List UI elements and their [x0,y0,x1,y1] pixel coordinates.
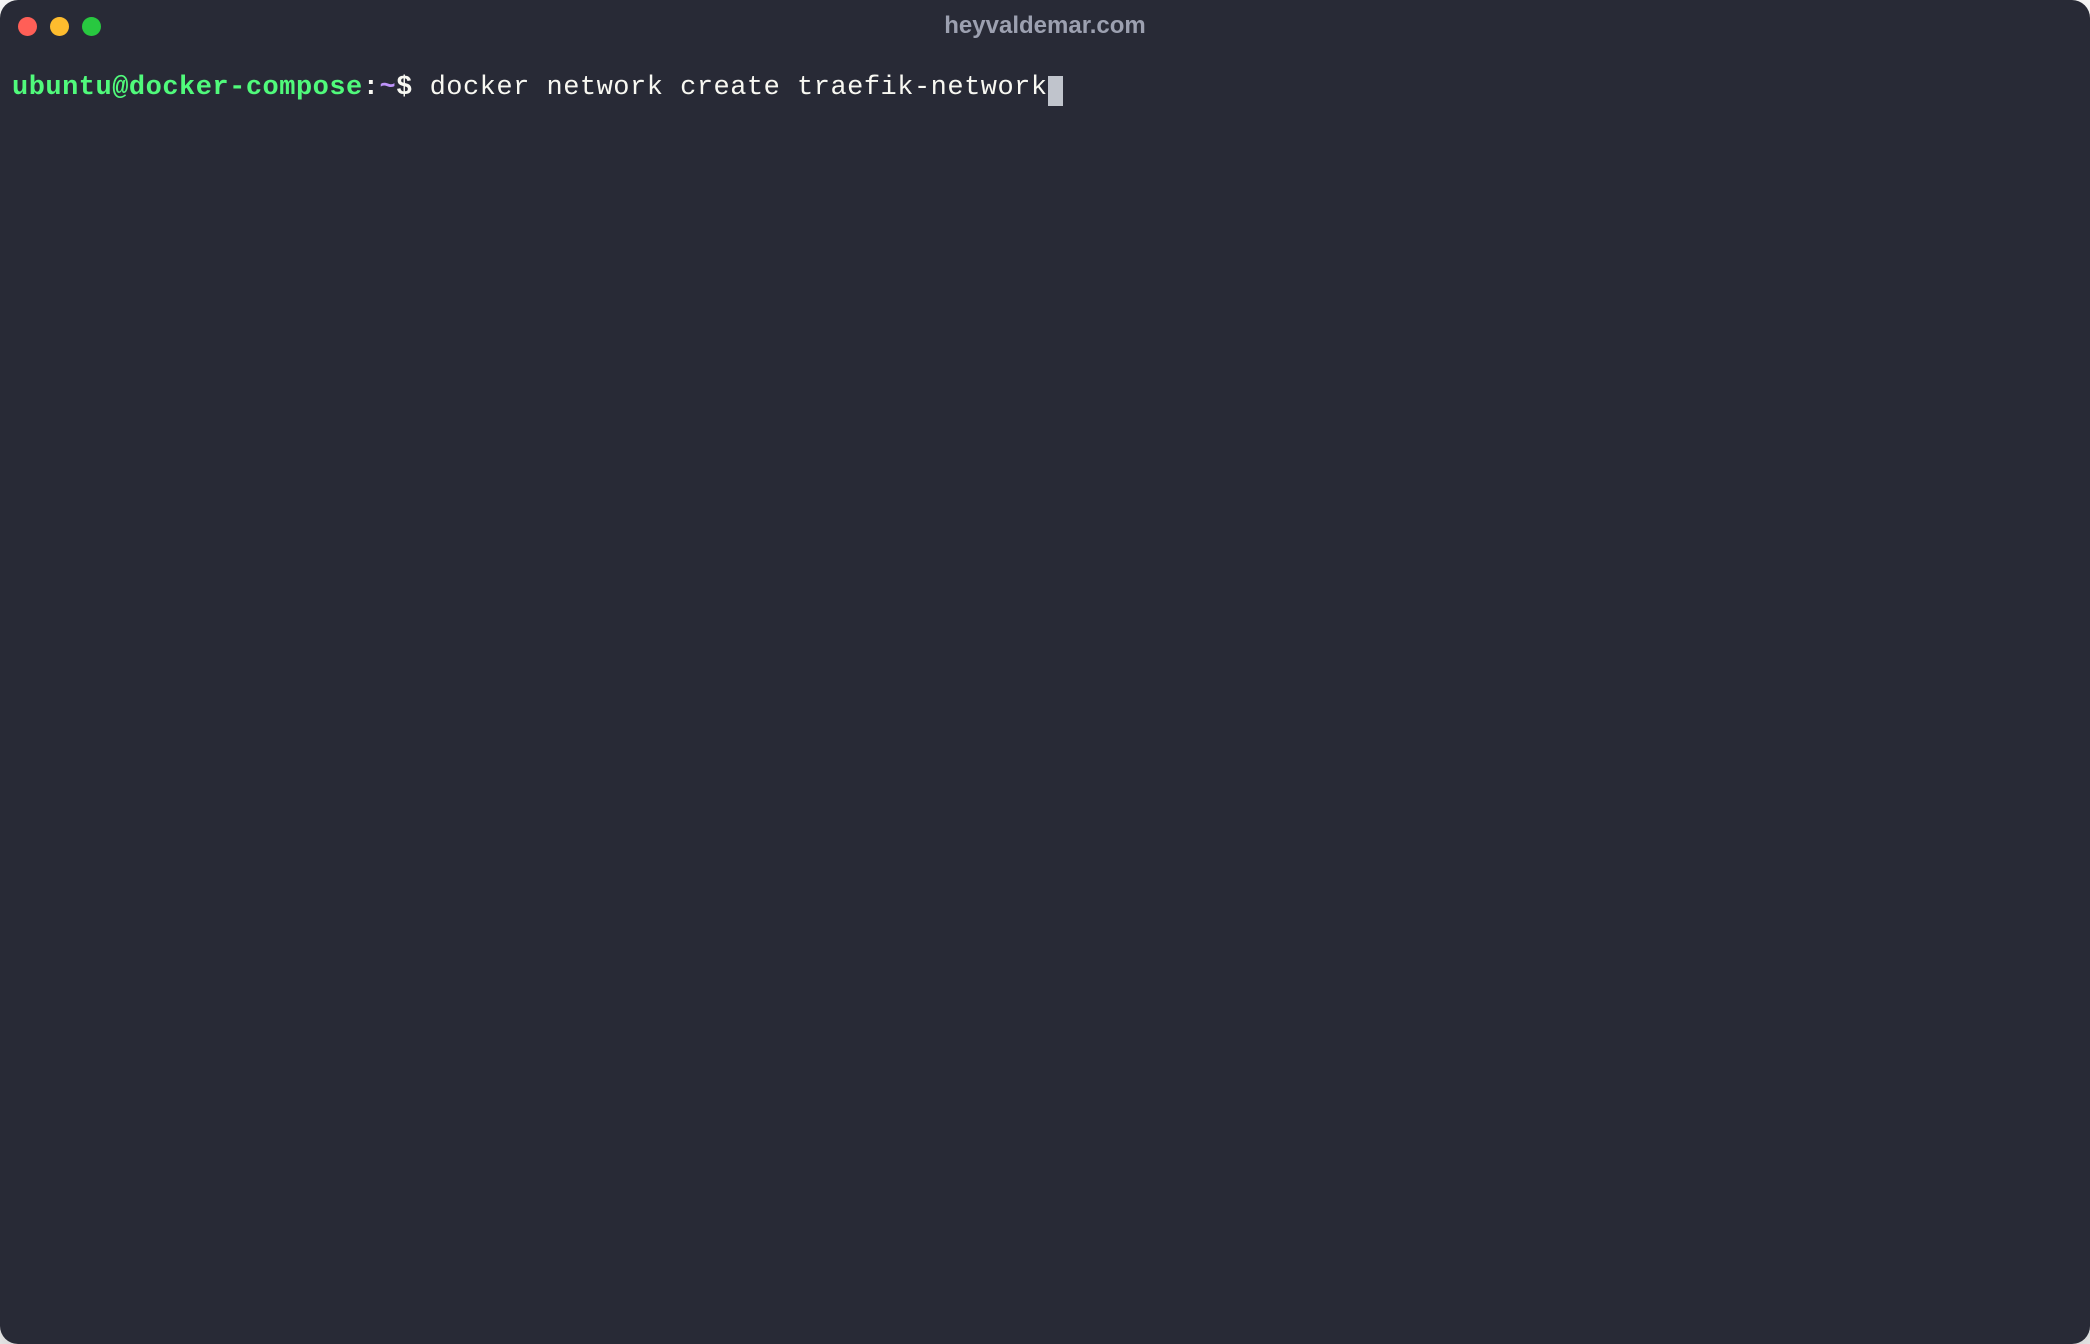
cursor-icon [1048,76,1063,106]
prompt-symbol: $ [396,70,429,108]
prompt-path: ~ [379,70,396,108]
terminal-window: heyvaldemar.com ubuntu@docker-compose:~$… [0,0,2090,1344]
close-button[interactable] [18,17,37,36]
window-controls [18,17,101,36]
command-input[interactable]: docker network create traefik-network [430,70,1048,108]
maximize-button[interactable] [82,17,101,36]
window-title: heyvaldemar.com [944,12,1145,40]
prompt-user-host: ubuntu@docker-compose [12,70,363,108]
prompt-colon: : [363,70,380,108]
minimize-button[interactable] [50,17,69,36]
terminal-body[interactable]: ubuntu@docker-compose:~$ docker network … [0,52,2090,1344]
prompt-line: ubuntu@docker-compose:~$ docker network … [12,70,2078,108]
title-bar: heyvaldemar.com [0,0,2090,52]
